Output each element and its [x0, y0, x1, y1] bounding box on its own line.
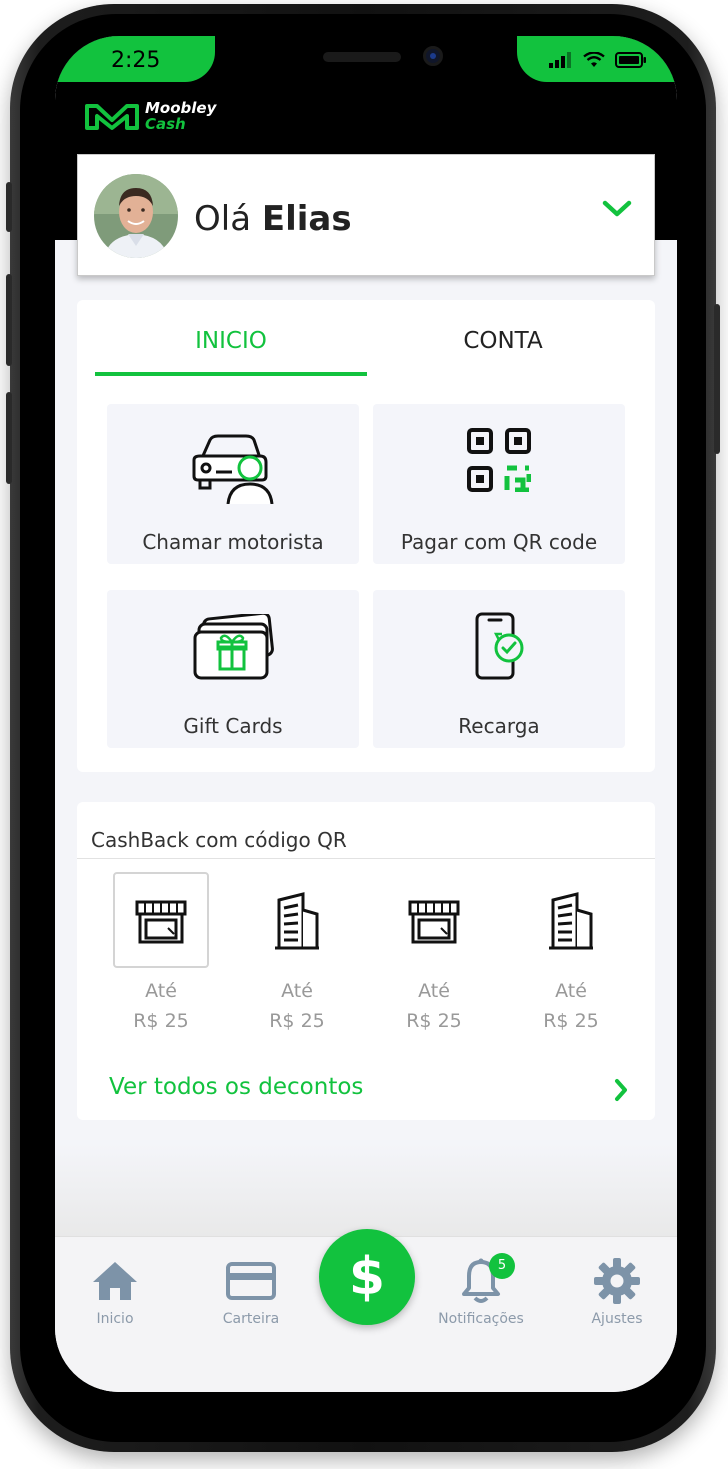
merchant-prefix: Até	[145, 980, 177, 1002]
merchant-prefix: Até	[555, 980, 587, 1002]
greeting-text: Olá Elias	[194, 199, 352, 239]
qr-code-icon	[467, 428, 531, 492]
wifi-icon	[583, 52, 605, 67]
payment-fab-button[interactable]: $	[319, 1229, 415, 1325]
chevron-right-icon[interactable]	[613, 1078, 629, 1102]
merchant-amount: R$ 25	[406, 1010, 462, 1032]
main-menu-card: INICIO CONTA Chamar motorista Pagar com …	[77, 300, 655, 772]
cashback-title: CashBack com código QR	[91, 828, 347, 852]
action-label: Pagar com QR code	[400, 530, 598, 554]
merchant-icon-box	[523, 872, 619, 968]
merchant-icon-box	[386, 872, 482, 968]
user-header-card[interactable]: Olá Elias	[77, 154, 655, 276]
action-tile-gift-cards[interactable]: Gift Cards	[107, 590, 359, 748]
merchant-item[interactable]: Até R$ 25	[95, 872, 225, 1042]
car-driver-icon	[192, 434, 274, 504]
signal-icon	[549, 52, 571, 68]
moobley-logo-icon	[85, 104, 139, 130]
merchant-amount: R$ 25	[543, 1010, 599, 1032]
brand-logo: Moobley Cash	[83, 100, 216, 132]
store-icon	[135, 900, 187, 944]
merchant-icon-box	[249, 872, 345, 968]
tab-inicio[interactable]: INICIO	[95, 328, 367, 354]
merchant-icon-box	[113, 872, 209, 968]
nav-item-carteira[interactable]: Carteira	[191, 1257, 311, 1327]
active-tab-indicator	[95, 372, 367, 376]
merchant-item[interactable]: Até R$ 25	[231, 872, 361, 1042]
chevron-down-icon[interactable]	[602, 199, 632, 219]
brand-name-line2: Cash	[145, 115, 186, 133]
nav-label: Notificações	[438, 1311, 524, 1327]
nav-item-notificacoes[interactable]: 5 Notificações	[421, 1253, 541, 1327]
nav-item-inicio[interactable]: Inicio	[55, 1257, 175, 1327]
notification-badge: 5	[489, 1253, 515, 1279]
phone-recharge-icon	[475, 612, 524, 680]
nav-label: Ajustes	[591, 1311, 643, 1327]
volume-down-button	[6, 392, 12, 484]
building-icon	[549, 892, 593, 950]
greeting-prefix: Olá	[194, 199, 252, 239]
merchant-item[interactable]: Até R$ 25	[505, 872, 635, 1042]
action-tile-recarga[interactable]: Recarga	[373, 590, 625, 748]
volume-up-button	[6, 274, 12, 366]
merchant-amount: R$ 25	[133, 1010, 189, 1032]
mute-switch	[6, 182, 12, 232]
nav-item-ajustes[interactable]: Ajustes	[557, 1257, 677, 1327]
brand-name-line1: Moobley	[145, 99, 217, 117]
store-icon	[408, 900, 460, 944]
tab-conta[interactable]: CONTA	[367, 328, 639, 354]
building-icon	[275, 892, 319, 950]
gift-card-icon	[193, 614, 274, 680]
action-tile-chamar-motorista[interactable]: Chamar motorista	[107, 404, 359, 564]
merchant-prefix: Até	[281, 980, 313, 1002]
card-icon	[226, 1262, 276, 1300]
bottom-navigation: Inicio Carteira $ 5 Notificações Ajustes	[55, 1229, 677, 1392]
cashback-divider	[77, 858, 655, 859]
merchant-item[interactable]: Até R$ 25	[368, 872, 498, 1042]
action-label: Chamar motorista	[142, 530, 324, 554]
see-all-discounts-link[interactable]: Ver todos os decontos	[109, 1074, 363, 1100]
app-screen: 2:25 Moobley Cash Olá Elias INICIO CONTA…	[55, 36, 677, 1392]
power-button	[714, 304, 720, 454]
battery-icon	[615, 52, 646, 68]
action-tile-pagar-qr[interactable]: Pagar com QR code	[373, 404, 625, 564]
status-bar-left: 2:25	[55, 36, 215, 82]
user-avatar[interactable]	[94, 174, 178, 258]
user-name: Elias	[261, 199, 352, 239]
nav-label: Carteira	[222, 1311, 280, 1327]
front-camera	[423, 46, 443, 66]
dollar-icon: $	[348, 1247, 386, 1307]
gear-icon	[594, 1258, 640, 1304]
earpiece-speaker	[323, 52, 401, 62]
merchant-amount: R$ 25	[269, 1010, 325, 1032]
action-label: Recarga	[458, 714, 540, 738]
merchant-prefix: Até	[418, 980, 450, 1002]
status-bar-right	[517, 36, 677, 82]
home-icon	[93, 1262, 137, 1300]
action-label: Gift Cards	[183, 714, 283, 738]
cashback-card: CashBack com código QR Até R$ 25 Até R$ …	[77, 802, 655, 1120]
nav-label: Inicio	[96, 1311, 134, 1327]
status-time: 2:25	[111, 48, 161, 73]
